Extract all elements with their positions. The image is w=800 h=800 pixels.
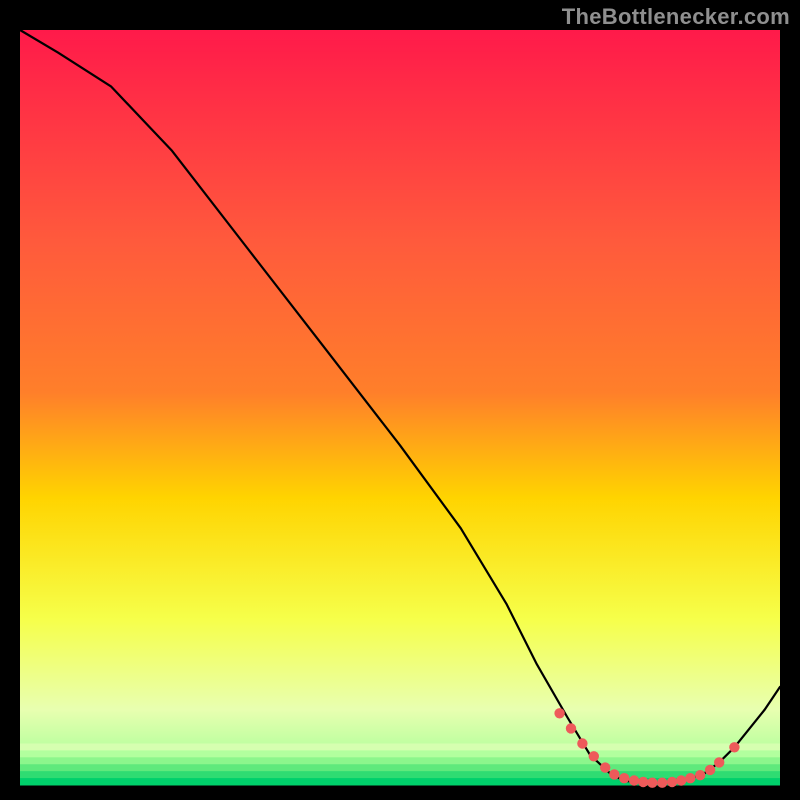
data-marker [705,765,715,775]
data-marker [676,775,686,785]
data-marker [729,742,739,752]
green-band [20,757,780,764]
attribution-text: TheBottlenecker.com [562,4,790,30]
green-band [20,750,780,757]
data-marker [554,708,564,718]
data-marker [577,738,587,748]
chart-frame: TheBottlenecker.com [0,0,800,800]
green-band [20,743,780,750]
data-marker [657,778,667,788]
bottleneck-curve-chart [0,0,800,800]
data-marker [714,757,724,767]
data-marker [566,723,576,733]
data-marker [629,775,639,785]
data-marker [667,777,677,787]
data-marker [589,751,599,761]
data-marker [609,769,619,779]
data-marker [647,778,657,788]
plot-area [20,30,780,785]
data-marker [600,762,610,772]
data-marker [638,777,648,787]
green-band [20,764,780,771]
data-marker [685,773,695,783]
data-marker [619,773,629,783]
data-marker [695,770,705,780]
green-band [20,771,780,778]
